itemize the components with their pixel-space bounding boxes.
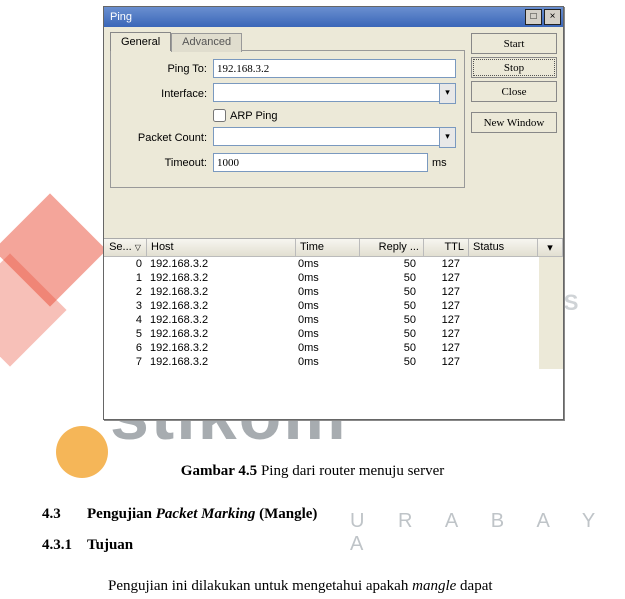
cell-host: 192.168.3.2 (146, 341, 294, 355)
table-row[interactable]: 0192.168.3.20ms50127 (104, 257, 563, 271)
cell-reply: 50 (357, 299, 420, 313)
table-row[interactable]: 2192.168.3.20ms50127 (104, 285, 563, 299)
cell-host: 192.168.3.2 (146, 271, 294, 285)
cell-reply: 50 (357, 355, 420, 369)
cell-seq: 2 (104, 285, 146, 299)
cell-ttl: 127 (420, 299, 464, 313)
cell-seq: 7 (104, 355, 146, 369)
cell-reply: 50 (357, 285, 420, 299)
cell-time: 0ms (294, 355, 357, 369)
cell-ttl: 127 (420, 341, 464, 355)
cell-status (464, 285, 539, 299)
grid-header: Se... ▽ Host Time Reply ... TTL Status ▾ (104, 239, 563, 257)
cell-time: 0ms (294, 313, 357, 327)
col-host[interactable]: Host (147, 239, 296, 256)
cell-seq: 5 (104, 327, 146, 341)
new-window-button[interactable]: New Window (471, 112, 557, 133)
columns-menu-icon[interactable]: ▾ (538, 239, 563, 256)
arp-ping-checkbox[interactable] (213, 109, 226, 122)
cell-reply: 50 (357, 341, 420, 355)
cell-reply: 50 (357, 313, 420, 327)
interface-dropdown-icon[interactable]: ▾ (439, 83, 456, 104)
col-status[interactable]: Status (469, 239, 538, 256)
label-timeout-unit: ms (428, 157, 456, 169)
ping-to-input[interactable] (213, 59, 456, 78)
table-row[interactable]: 5192.168.3.20ms50127 (104, 327, 563, 341)
tab-general[interactable]: General (110, 32, 171, 51)
table-row[interactable]: 3192.168.3.20ms50127 (104, 299, 563, 313)
paragraph-text: Pengujian ini dilakukan untuk mengetahui… (108, 578, 588, 595)
section-4.3: 4.3 Pengujian Packet Marking (Mangle) (42, 506, 317, 523)
cell-time: 0ms (294, 257, 357, 271)
window-title: Ping (110, 11, 132, 23)
table-row[interactable]: 6192.168.3.20ms50127 (104, 341, 563, 355)
tab-advanced[interactable]: Advanced (171, 33, 242, 52)
bg-surabaya: U R A B A Y A (350, 510, 625, 556)
label-timeout: Timeout: (119, 157, 213, 169)
cell-status (464, 341, 539, 355)
cell-seq: 0 (104, 257, 146, 271)
table-row[interactable]: 7192.168.3.20ms50127 (104, 355, 563, 369)
stop-button[interactable]: Stop (471, 57, 557, 78)
table-row[interactable]: 1192.168.3.20ms50127 (104, 271, 563, 285)
cell-time: 0ms (294, 341, 357, 355)
cell-host: 192.168.3.2 (146, 299, 294, 313)
cell-seq: 4 (104, 313, 146, 327)
cell-time: 0ms (294, 299, 357, 313)
cell-reply: 50 (357, 271, 420, 285)
tab-panel-general: Ping To: Interface: ▾ ARP Ping Packet Co… (110, 50, 465, 188)
figure-caption: Gambar 4.5 Ping dari router menuju serve… (0, 463, 625, 480)
cell-ttl: 127 (420, 327, 464, 341)
timeout-input[interactable] (213, 153, 428, 172)
results-grid: Se... ▽ Host Time Reply ... TTL Status ▾… (104, 238, 563, 369)
cell-host: 192.168.3.2 (146, 355, 294, 369)
col-reply[interactable]: Reply ... (360, 239, 424, 256)
cell-ttl: 127 (420, 257, 464, 271)
interface-input[interactable] (213, 83, 439, 102)
col-seq[interactable]: Se... ▽ (104, 239, 147, 256)
cell-seq: 6 (104, 341, 146, 355)
cell-host: 192.168.3.2 (146, 285, 294, 299)
label-packet-count: Packet Count: (119, 132, 213, 144)
col-ttl[interactable]: TTL (424, 239, 469, 256)
cell-host: 192.168.3.2 (146, 313, 294, 327)
cell-seq: 1 (104, 271, 146, 285)
cell-ttl: 127 (420, 271, 464, 285)
cell-status (464, 313, 539, 327)
cell-status (464, 327, 539, 341)
cell-reply: 50 (357, 327, 420, 341)
titlebar[interactable]: Ping □ × (104, 7, 563, 27)
cell-status (464, 299, 539, 313)
label-interface: Interface: (119, 88, 213, 100)
label-ping-to: Ping To: (119, 63, 213, 75)
packet-count-input[interactable] (213, 127, 439, 146)
cell-time: 0ms (294, 271, 357, 285)
label-arp-ping: ARP Ping (230, 110, 278, 122)
col-time[interactable]: Time (296, 239, 360, 256)
cell-status (464, 257, 539, 271)
cell-host: 192.168.3.2 (146, 327, 294, 341)
cell-reply: 50 (357, 257, 420, 271)
cell-status (464, 271, 539, 285)
cell-status (464, 355, 539, 369)
start-button[interactable]: Start (471, 33, 557, 54)
close-button[interactable]: Close (471, 81, 557, 102)
close-icon[interactable]: × (544, 9, 561, 25)
maximize-icon[interactable]: □ (525, 9, 542, 25)
cell-seq: 3 (104, 299, 146, 313)
cell-ttl: 127 (420, 313, 464, 327)
section-4.3.1: 4.3.1 Tujuan (42, 537, 133, 554)
cell-ttl: 127 (420, 355, 464, 369)
cell-time: 0ms (294, 327, 357, 341)
cell-ttl: 127 (420, 285, 464, 299)
packet-count-dropdown-icon[interactable]: ▾ (439, 127, 456, 148)
ping-window: Ping □ × General Advanced Ping To: Inter… (103, 6, 564, 420)
cell-host: 192.168.3.2 (146, 257, 294, 271)
table-row[interactable]: 4192.168.3.20ms50127 (104, 313, 563, 327)
cell-time: 0ms (294, 285, 357, 299)
